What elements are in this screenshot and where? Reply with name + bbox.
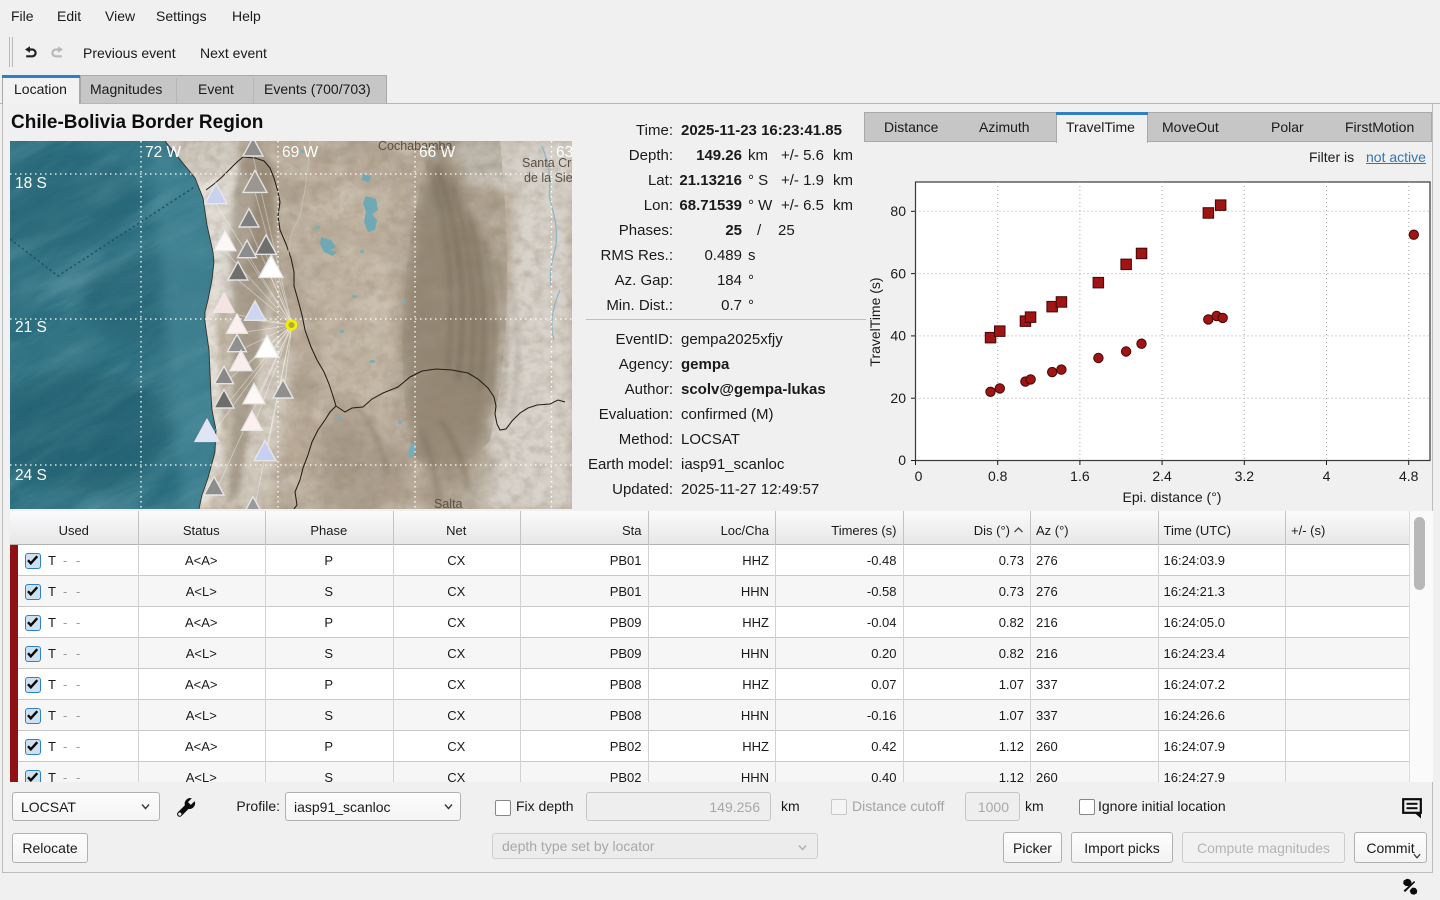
svg-text:21 S: 21 S xyxy=(15,319,47,336)
svg-text:40: 40 xyxy=(890,328,906,344)
svg-text:60: 60 xyxy=(890,265,906,281)
svg-text:24 S: 24 S xyxy=(15,467,47,484)
svg-text:Epi. distance (°): Epi. distance (°) xyxy=(1123,489,1222,505)
svg-text:0.8: 0.8 xyxy=(988,468,1008,484)
svg-text:20: 20 xyxy=(890,390,906,406)
svg-text:de la Sierra: de la Sierra xyxy=(524,171,572,185)
svg-text:80: 80 xyxy=(890,203,906,219)
svg-text:18 S: 18 S xyxy=(15,175,47,192)
svg-text:66 W: 66 W xyxy=(419,144,456,161)
svg-text:63: 63 xyxy=(556,144,572,161)
svg-text:72 W: 72 W xyxy=(145,144,182,161)
svg-text:1.6: 1.6 xyxy=(1070,468,1090,484)
svg-text:Salta: Salta xyxy=(434,497,463,509)
svg-text:2.4: 2.4 xyxy=(1152,468,1172,484)
svg-text:3.2: 3.2 xyxy=(1235,468,1255,484)
svg-text:69 W: 69 W xyxy=(282,144,319,161)
svg-text:0: 0 xyxy=(915,468,923,484)
svg-text:4.8: 4.8 xyxy=(1399,468,1419,484)
svg-text:0: 0 xyxy=(898,452,906,468)
svg-text:TravelTime (s): TravelTime (s) xyxy=(867,277,883,366)
svg-text:4: 4 xyxy=(1323,468,1331,484)
